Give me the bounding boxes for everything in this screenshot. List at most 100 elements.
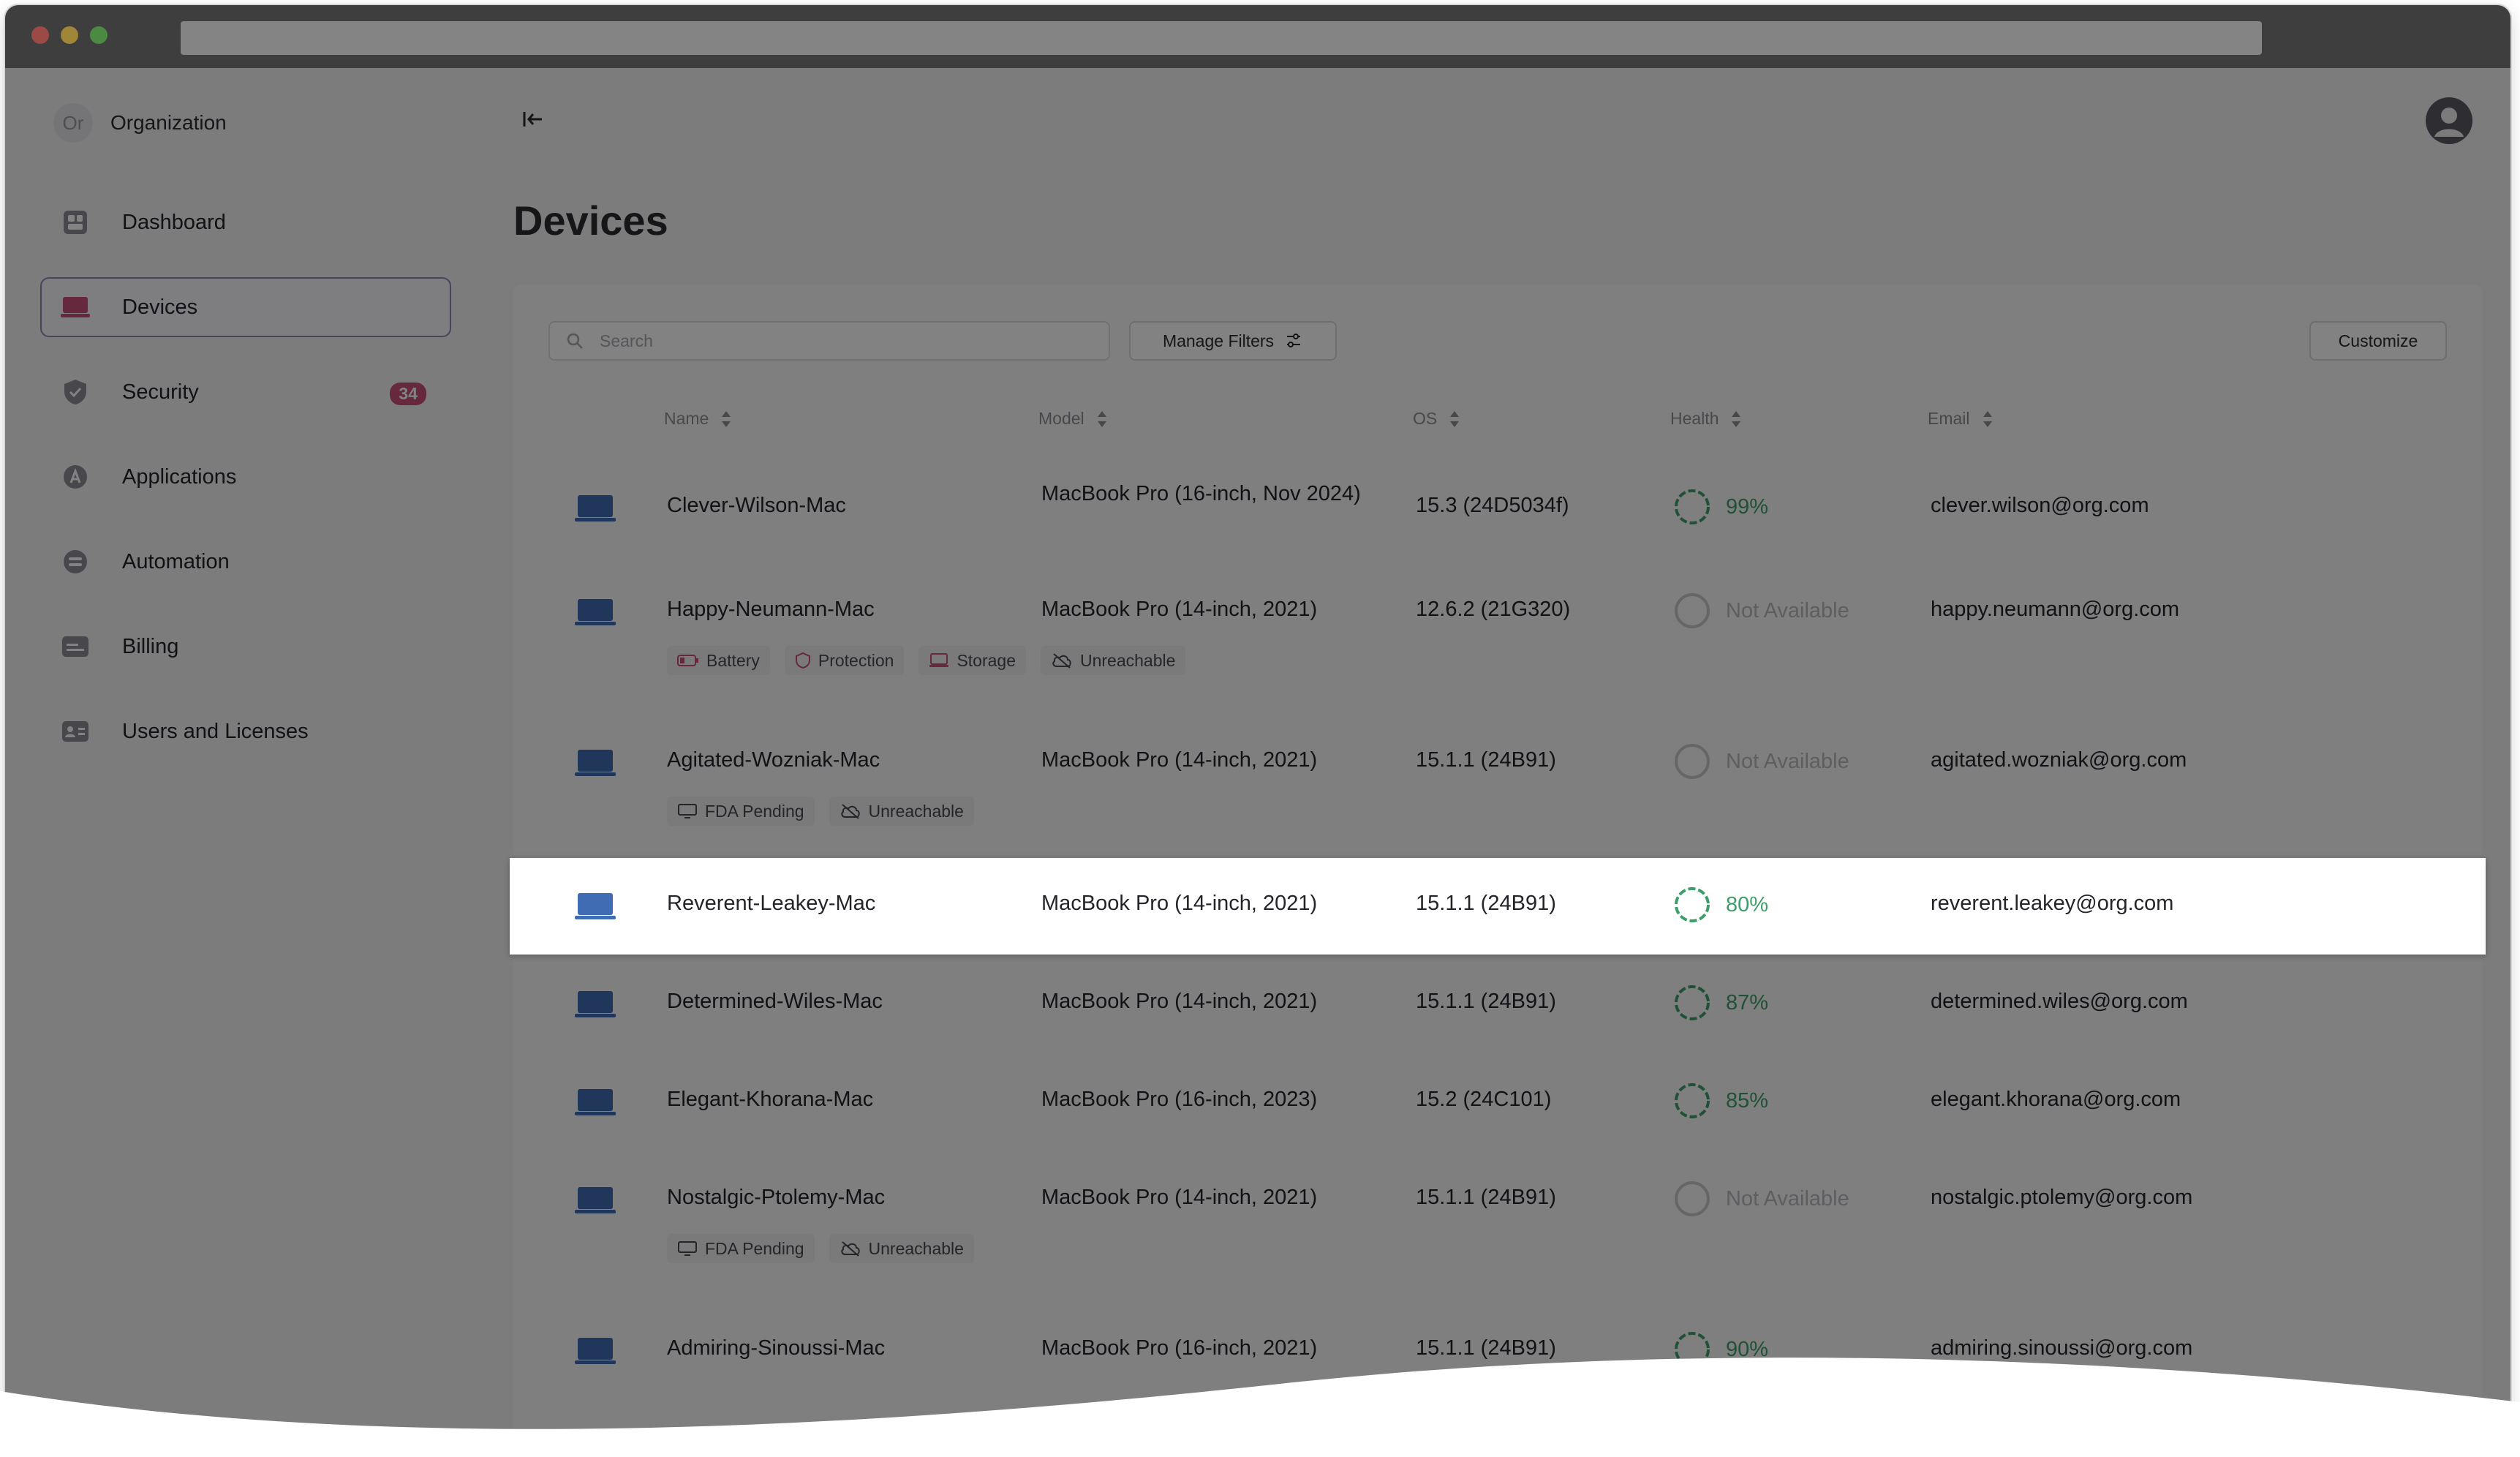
disk-icon xyxy=(929,653,949,667)
app-content: Or Organization Dashboard Devices Securi… xyxy=(5,68,2510,1452)
sidebar: Or Organization Dashboard Devices Securi… xyxy=(5,68,510,1452)
device-health: 99% xyxy=(1673,488,1768,526)
column-header-email[interactable]: Email xyxy=(1928,409,1993,429)
device-os: 12.6.2 (21G320) xyxy=(1416,598,1571,621)
sidebar-item-label: Security xyxy=(122,380,199,404)
manage-filters-button[interactable]: Manage Filters xyxy=(1129,321,1337,361)
users-icon xyxy=(61,717,90,746)
sidebar-item-label: Devices xyxy=(122,295,198,319)
org-avatar: Or xyxy=(53,103,93,143)
device-name[interactable]: Agitated-Wozniak-Mac xyxy=(667,748,880,772)
monitor-icon xyxy=(678,804,697,818)
laptop-icon xyxy=(575,893,616,919)
status-chip-label: FDA Pending xyxy=(705,801,804,821)
laptop-icon xyxy=(575,1089,616,1115)
address-bar[interactable] xyxy=(181,21,2262,55)
device-health: 85% xyxy=(1673,1082,1768,1120)
customize-button[interactable]: Customize xyxy=(2309,321,2447,361)
device-name[interactable]: Reverent-Leakey-Mac xyxy=(667,892,875,916)
search-icon xyxy=(567,333,583,349)
status-chip-unreachable[interactable]: Unreachable xyxy=(829,1234,974,1263)
device-name[interactable]: Happy-Neumann-Mac xyxy=(667,598,875,622)
status-chip-battery[interactable]: Battery xyxy=(667,646,770,675)
sort-icon xyxy=(1097,410,1106,427)
device-health: Not Available xyxy=(1673,1180,1849,1218)
device-model: MacBook Pro (14-inch, 2021) xyxy=(1041,598,1318,621)
health-ring-empty-icon xyxy=(1675,593,1710,628)
table-row-selected[interactable]: Reverent-Leakey-Mac MacBook Pro (14-inch… xyxy=(510,858,2486,955)
browser-window: Or Organization Dashboard Devices Securi… xyxy=(5,5,2510,1452)
column-header-name[interactable]: Name xyxy=(664,409,732,429)
devices-panel: Manage Filters Customize Name Model OS H… xyxy=(510,285,2486,1452)
minimize-window-button[interactable] xyxy=(61,26,78,44)
column-header-model[interactable]: Model xyxy=(1038,409,1108,429)
device-os: 15.1.1 (24B91) xyxy=(1416,990,1556,1013)
table-row[interactable]: Elegant-Khorana-Mac MacBook Pro (16-inch… xyxy=(513,1053,2482,1151)
device-model: MacBook Pro (16-inch, 2023) xyxy=(1041,1088,1318,1111)
monitor-icon xyxy=(678,1241,697,1256)
security-count-badge: 34 xyxy=(390,383,426,405)
health-ring-icon xyxy=(1675,489,1710,524)
sort-icon xyxy=(1732,410,1741,427)
device-name[interactable]: Determined-Wiles-Mac xyxy=(667,990,883,1014)
devices-icon xyxy=(61,293,90,322)
user-avatar[interactable] xyxy=(2426,97,2472,144)
close-window-button[interactable] xyxy=(31,26,49,44)
device-health: 80% xyxy=(1673,886,1768,924)
device-os: 15.1.1 (24B91) xyxy=(1416,1186,1556,1209)
laptop-icon xyxy=(575,991,616,1017)
org-switcher[interactable]: Or Organization xyxy=(53,103,227,143)
maximize-window-button[interactable] xyxy=(90,26,107,44)
sidebar-item-automation[interactable]: Automation xyxy=(40,532,451,592)
sidebar-item-label: Billing xyxy=(122,634,179,658)
device-os: 15.1.1 (24B91) xyxy=(1416,892,1556,915)
sidebar-nav: Dashboard Devices Security 34 Applicatio… xyxy=(40,192,451,786)
table-row[interactable]: Agitated-Wozniak-Mac MacBook Pro (14-inc… xyxy=(513,707,2482,858)
device-model: MacBook Pro (14-inch, 2021) xyxy=(1041,748,1318,772)
dashboard-icon xyxy=(61,208,90,237)
device-model: MacBook Pro (16-inch, Nov 2024) xyxy=(1041,482,1361,505)
sidebar-item-applications[interactable]: Applications xyxy=(40,447,451,507)
status-chip-storage[interactable]: Storage xyxy=(918,646,1026,675)
sidebar-item-users[interactable]: Users and Licenses xyxy=(40,701,451,761)
column-header-health[interactable]: Health xyxy=(1670,409,1742,429)
health-ring-empty-icon xyxy=(1675,744,1710,779)
health-value: Not Available xyxy=(1726,598,1849,622)
search-box[interactable] xyxy=(548,321,1110,361)
cloud-offline-icon xyxy=(840,1241,860,1257)
table-row[interactable]: Nostalgic-Ptolemy-Mac MacBook Pro (14-in… xyxy=(513,1151,2482,1301)
status-chip-fda-pending[interactable]: FDA Pending xyxy=(667,1234,815,1263)
health-value: Not Available xyxy=(1726,1186,1849,1211)
sort-icon xyxy=(1450,410,1460,427)
collapse-sidebar-icon[interactable] xyxy=(520,106,546,132)
sort-icon xyxy=(1983,410,1992,427)
shield-icon xyxy=(61,377,90,407)
sidebar-item-billing[interactable]: Billing xyxy=(40,617,451,677)
sidebar-item-label: Users and Licenses xyxy=(122,719,309,743)
column-header-os[interactable]: OS xyxy=(1413,409,1460,429)
device-email: nostalgic.ptolemy@org.com xyxy=(1931,1186,2193,1209)
device-health: Not Available xyxy=(1673,592,1849,630)
status-chip-protection[interactable]: Protection xyxy=(784,646,905,675)
status-chip-fda-pending[interactable]: FDA Pending xyxy=(667,797,815,826)
search-input[interactable] xyxy=(598,330,1076,352)
table-row[interactable]: Happy-Neumann-Mac MacBook Pro (14-inch, … xyxy=(513,557,2482,707)
status-chip-label: FDA Pending xyxy=(705,1238,804,1258)
device-name[interactable]: Elegant-Khorana-Mac xyxy=(667,1088,873,1112)
device-name[interactable]: Nostalgic-Ptolemy-Mac xyxy=(667,1186,885,1210)
health-ring-empty-icon xyxy=(1675,1181,1710,1216)
device-name[interactable]: Clever-Wilson-Mac xyxy=(667,494,846,518)
table-row[interactable]: Determined-Wiles-Mac MacBook Pro (14-inc… xyxy=(513,955,2482,1053)
device-email: happy.neumann@org.com xyxy=(1931,598,2180,621)
main-content: Devices Manage Filters Customize Name Mo… xyxy=(510,68,2510,1452)
status-chip-unreachable[interactable]: Unreachable xyxy=(829,797,974,826)
sidebar-item-security[interactable]: Security 34 xyxy=(40,362,451,422)
sidebar-item-dashboard[interactable]: Dashboard xyxy=(40,192,451,252)
column-header-label: Model xyxy=(1038,409,1084,428)
status-chip-unreachable[interactable]: Unreachable xyxy=(1041,646,1186,675)
torn-edge-decoration xyxy=(0,1358,2520,1457)
health-value: 80% xyxy=(1726,892,1769,916)
status-chip-label: Unreachable xyxy=(868,1238,964,1258)
table-row[interactable]: Clever-Wilson-Mac MacBook Pro (16-inch, … xyxy=(513,460,2482,557)
sidebar-item-devices[interactable]: Devices xyxy=(40,277,451,337)
